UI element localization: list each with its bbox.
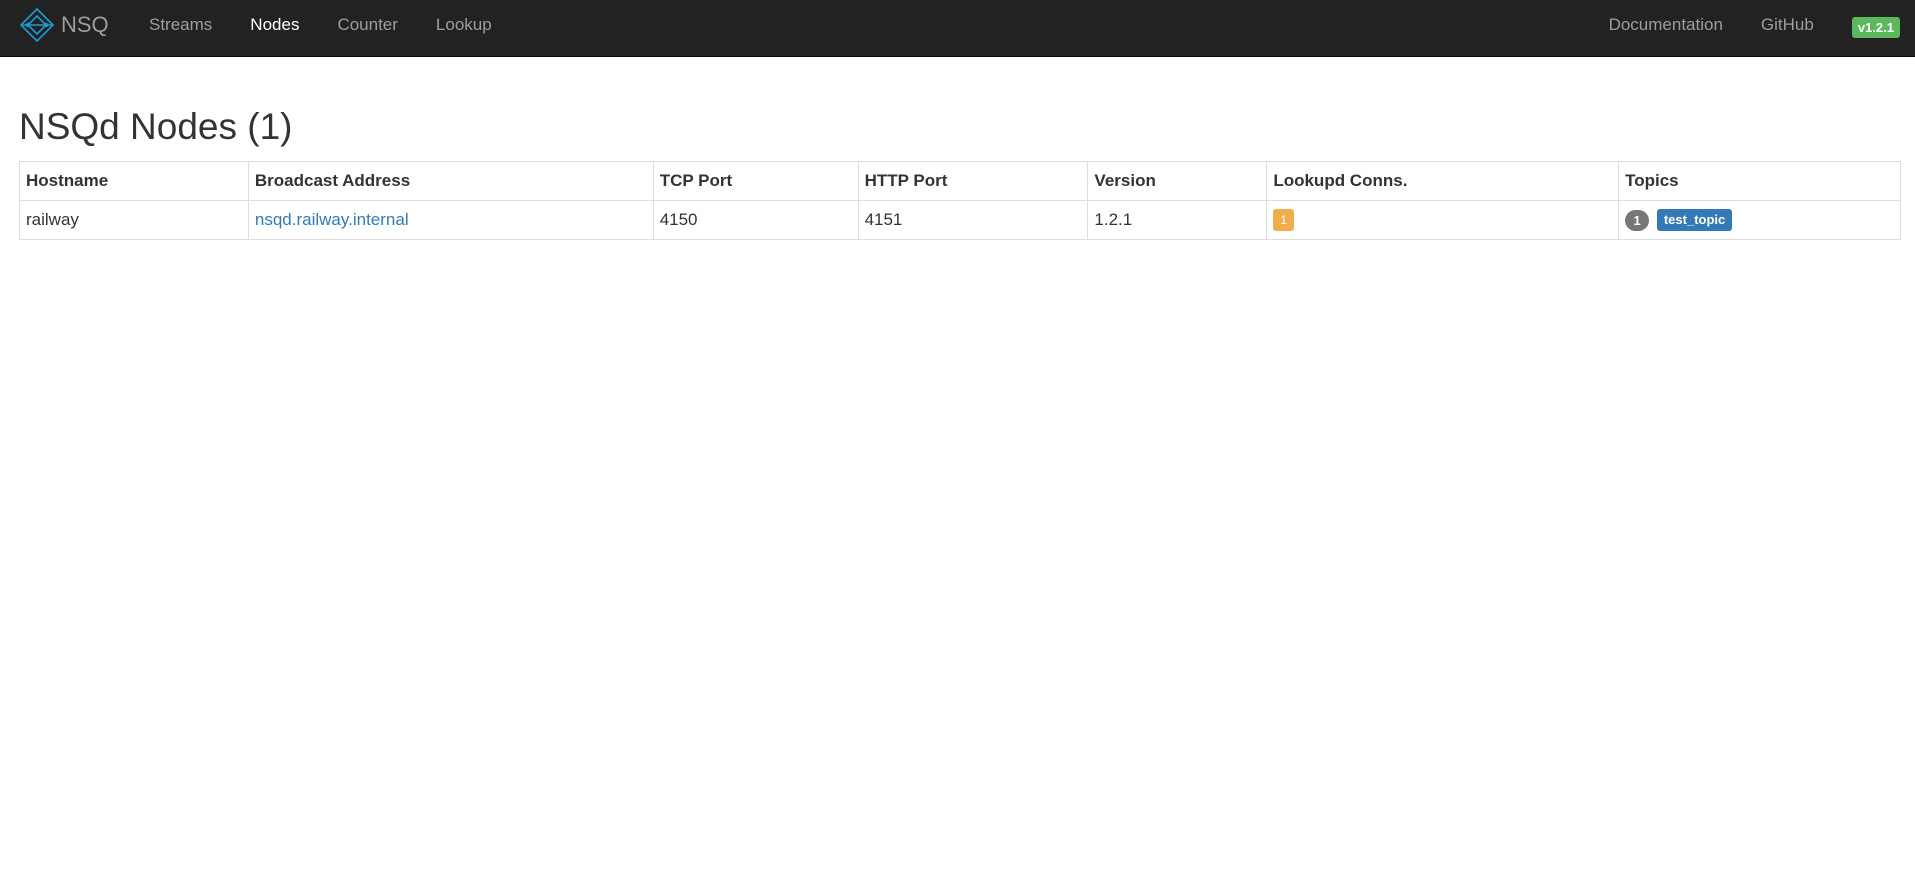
nav-lookup[interactable]: Lookup — [417, 0, 511, 50]
topic-count-badge: 1 — [1625, 209, 1650, 231]
column-header-broadcast-address: Broadcast Address — [247, 161, 654, 201]
topic-label[interactable]: test_topic — [1656, 209, 1733, 231]
nav-nodes[interactable]: Nodes — [231, 0, 318, 50]
column-header-http-port: HTTP Port — [857, 161, 1089, 201]
table-header-row: Hostname Broadcast Address TCP Port HTTP… — [19, 161, 1901, 201]
lookupd-conns-badge[interactable]: 1 — [1273, 209, 1295, 231]
nav-documentation[interactable]: Documentation — [1590, 0, 1742, 50]
column-header-hostname: Hostname — [19, 161, 249, 201]
nav-github[interactable]: GitHub — [1742, 0, 1833, 50]
column-header-topics: Topics — [1618, 161, 1901, 201]
table-row: railway nsqd.railway.internal 4150 4151 … — [19, 200, 1901, 240]
brand-link[interactable]: NSQ — [19, 0, 109, 50]
page-title: NSQd Nodes (1) — [19, 106, 293, 147]
cell-version: 1.2.1 — [1087, 200, 1268, 240]
cell-tcp-port: 4150 — [652, 200, 859, 240]
nav-streams[interactable]: Streams — [130, 0, 231, 50]
cell-broadcast-address: nsqd.railway.internal — [247, 200, 654, 240]
column-header-lookupd-conns: Lookupd Conns. — [1266, 161, 1620, 201]
nodes-table: Hostname Broadcast Address TCP Port HTTP… — [19, 161, 1901, 240]
top-navbar: NSQ Streams Nodes Counter Lookup Documen… — [0, 0, 1915, 57]
broadcast-address-link[interactable]: nsqd.railway.internal — [255, 210, 409, 229]
cell-http-port: 4151 — [857, 200, 1089, 240]
right-nav: Documentation GitHub v1.2.1 — [1590, 0, 1915, 50]
cell-lookupd-conns: 1 — [1266, 200, 1620, 240]
nav-counter[interactable]: Counter — [318, 0, 416, 50]
brand-name: NSQ — [61, 12, 109, 37]
column-header-version: Version — [1087, 161, 1268, 201]
cell-topics: 1 test_topic — [1618, 200, 1901, 240]
version-badge: v1.2.1 — [1851, 16, 1900, 38]
cell-hostname: railway — [19, 200, 249, 240]
column-header-tcp-port: TCP Port — [652, 161, 859, 201]
nsq-logo-icon — [19, 7, 55, 43]
main-nav: Streams Nodes Counter Lookup — [130, 0, 511, 50]
